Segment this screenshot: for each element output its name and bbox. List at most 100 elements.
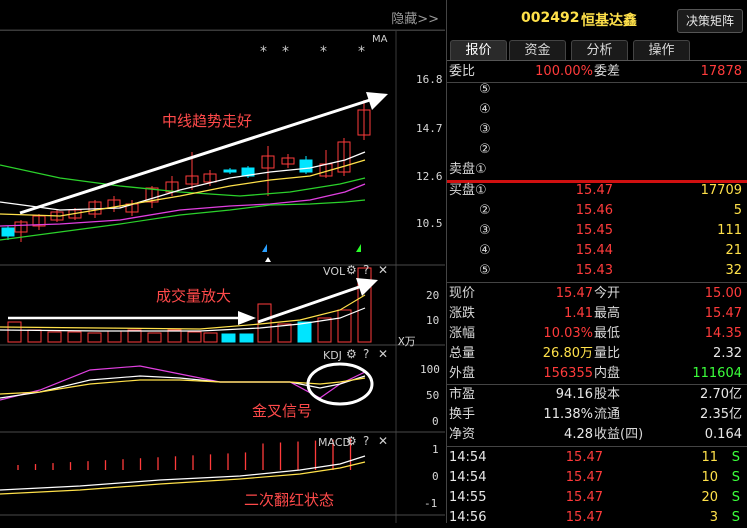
- annotation-macd: 二次翻红状态: [244, 491, 335, 509]
- sell-level: ③: [479, 122, 491, 137]
- volume-bar: [127, 329, 142, 343]
- kdj-tick: 50: [426, 389, 440, 402]
- tab-analysis[interactable]: 分析: [571, 40, 628, 60]
- annotation-kdj: 金叉信号: [252, 402, 313, 420]
- buy-price: 15.47: [575, 183, 613, 198]
- gear-icon[interactable]: ⚙: [346, 347, 357, 361]
- order-ratio-value: 100.00%: [535, 64, 593, 79]
- gear-icon[interactable]: ⚙: [346, 263, 357, 277]
- macd-bars: [0, 438, 366, 495]
- kdj-lines: [0, 365, 366, 401]
- price-tick: 16.8: [416, 73, 443, 86]
- volume-bar: [167, 329, 182, 343]
- volume-bar: [203, 332, 218, 343]
- decision-matrix-button[interactable]: 决策矩阵: [677, 9, 743, 33]
- buy-volume: 32: [725, 263, 742, 278]
- volume-bar: [147, 332, 162, 343]
- buy-level: 买盘①: [449, 183, 487, 198]
- svg-text:*: *: [260, 44, 267, 60]
- quote-value: 111604: [692, 366, 742, 381]
- volume-bar: [187, 331, 202, 343]
- volume-bar: [27, 329, 42, 343]
- sell-row: ⑤: [447, 80, 747, 100]
- sell-row: ③: [447, 120, 747, 140]
- trade-volume: 10: [701, 470, 718, 485]
- volume-bar: [297, 321, 312, 343]
- buy-volume: 17709: [700, 183, 742, 198]
- vol-tick: 20: [426, 289, 440, 302]
- buy-price: 15.44: [575, 243, 613, 258]
- help-icon[interactable]: ?: [363, 434, 369, 448]
- chart-area[interactable]: * * * * 隐藏>> MA 16.8 14.7 12.6 10.5 中线趋势走好 …: [0, 0, 445, 523]
- quote-label: 总量: [449, 346, 476, 361]
- buy-level: ⑤: [479, 263, 491, 278]
- quote-value: 15.00: [704, 286, 742, 301]
- tab-funds[interactable]: 资金: [509, 40, 566, 60]
- trade-row: 14:56 15.47 3 S: [447, 508, 747, 528]
- buy-price: 15.45: [575, 223, 613, 238]
- fund-label: 换手: [449, 407, 476, 422]
- sell-level: ⑤: [479, 82, 491, 97]
- trade-price: 15.47: [565, 490, 603, 505]
- quote-value: 1.41: [564, 306, 593, 321]
- fund-value: 2.35亿: [700, 407, 742, 422]
- trade-volume: 3: [709, 510, 718, 525]
- quote-label: 量比: [594, 346, 621, 361]
- volume-bar: [7, 321, 22, 343]
- quote-tabs: 报价 资金 分析 操作: [447, 40, 747, 61]
- annotation-trend: 中线趋势走好: [162, 112, 253, 130]
- order-diff-value: 17878: [700, 64, 742, 79]
- hide-button[interactable]: 隐藏>>: [391, 8, 439, 27]
- sell-row: ④: [447, 100, 747, 120]
- tab-operate[interactable]: 操作: [633, 40, 690, 60]
- quote-label: 现价: [449, 286, 476, 301]
- macd-tick: 1: [432, 443, 439, 456]
- trade-side: S: [731, 490, 740, 505]
- close-icon[interactable]: ✕: [378, 347, 388, 361]
- quote-row: 总量 26.80万 量比 2.32: [447, 344, 747, 364]
- kdj-tick: 100: [420, 363, 440, 376]
- quote-value: 14.35: [704, 326, 742, 341]
- trade-price: 15.47: [565, 470, 603, 485]
- quote-label: 最低: [594, 326, 621, 341]
- quote-row: 外盘 156355 内盘 111604: [447, 364, 747, 384]
- buy-volume: 5: [733, 203, 742, 218]
- help-icon[interactable]: ?: [363, 347, 369, 361]
- trade-time: 14:54: [449, 450, 487, 465]
- macd-tick: -1: [424, 497, 438, 510]
- quote-label: 今开: [594, 286, 621, 301]
- quote-value: 2.32: [713, 346, 742, 361]
- buy-level: ②: [479, 203, 491, 218]
- kdj-title: KDJ: [323, 349, 342, 362]
- gear-icon[interactable]: ⚙: [346, 434, 357, 448]
- volume-bar: [221, 333, 236, 343]
- annotation-volume: 成交量放大: [156, 287, 232, 305]
- close-icon[interactable]: ✕: [378, 263, 388, 277]
- buy-level: ④: [479, 243, 491, 258]
- trade-side: S: [731, 470, 740, 485]
- help-icon[interactable]: ?: [363, 263, 369, 277]
- trade-time: 14:54: [449, 470, 487, 485]
- fund-value: 4.28: [564, 427, 593, 442]
- fund-label: 收益(四): [594, 427, 644, 442]
- volume-bar: [107, 330, 122, 343]
- order-diff-label: 委差: [594, 64, 621, 79]
- buy-row: ④ 15.44 21: [447, 241, 747, 261]
- fund-row: 换手 11.38% 流通 2.35亿: [447, 405, 747, 425]
- ma-label: MA: [372, 34, 388, 45]
- trade-time: 14:56: [449, 510, 487, 525]
- order-ratio-label: 委比: [449, 64, 476, 79]
- buy-level: ③: [479, 223, 491, 238]
- fund-row: 市盈 94.16 股本 2.70亿: [447, 385, 747, 405]
- fund-row: 净资 4.28 收益(四) 0.164: [447, 425, 747, 445]
- sell-level: ④: [479, 102, 491, 117]
- candle: [1, 227, 15, 237]
- tab-quote[interactable]: 报价: [450, 40, 507, 60]
- stock-name: 恒基达鑫: [581, 13, 637, 29]
- fund-label: 股本: [594, 387, 621, 402]
- price-tick: 14.7: [416, 122, 443, 135]
- candle: [223, 169, 237, 173]
- trade-row: 14:55 15.47 20 S: [447, 488, 747, 508]
- close-icon[interactable]: ✕: [378, 434, 388, 448]
- buy-row: 买盘① 15.47 17709: [447, 181, 747, 201]
